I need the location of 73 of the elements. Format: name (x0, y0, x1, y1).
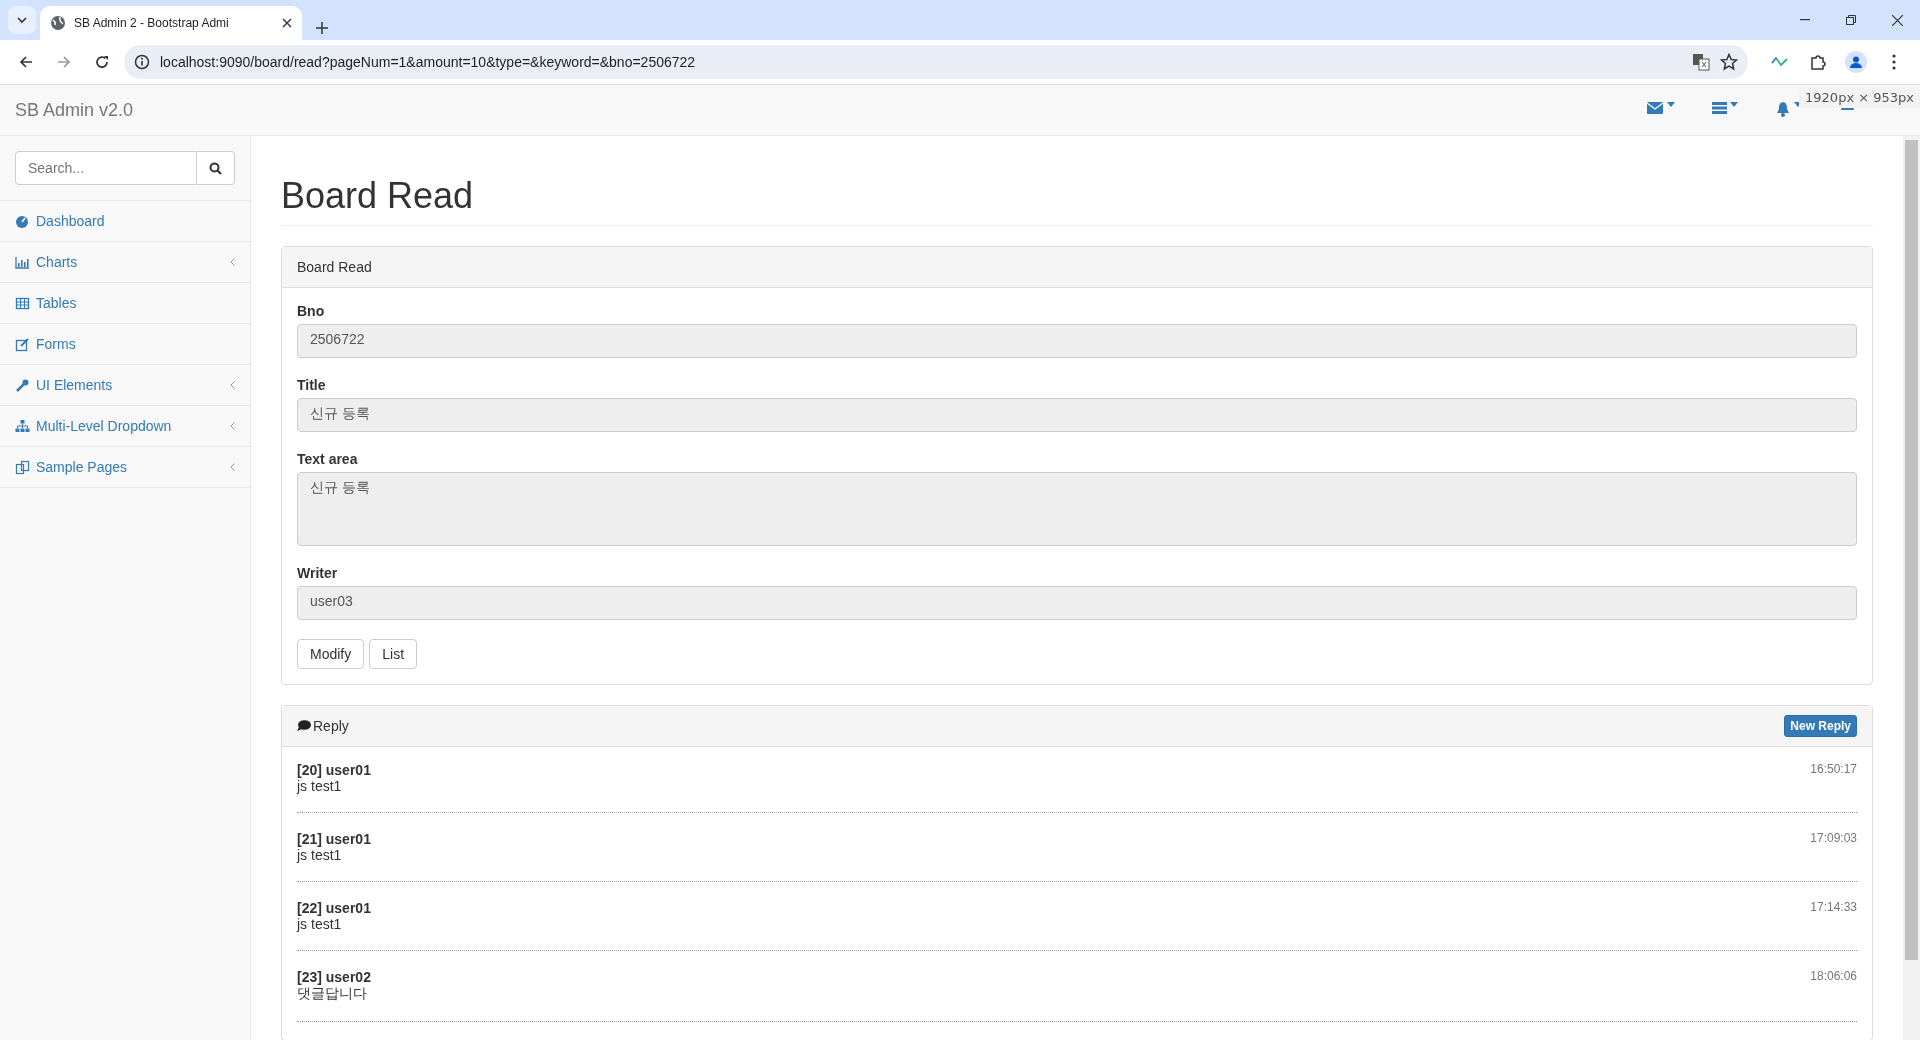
sitemap-icon (15, 418, 30, 434)
translate-icon[interactable] (1692, 53, 1710, 71)
input-field[interactable]: 신규 등록 (297, 397, 1857, 432)
globe-icon (50, 15, 66, 31)
reply-author: [22] user01 (297, 899, 372, 916)
sidebar-item[interactable]: Charts (0, 242, 250, 283)
size-tooltip: 1920px × 953px (1799, 87, 1920, 108)
browser-tab[interactable]: SB Admin 2 - Bootstrap Admi (40, 6, 302, 40)
brand-title[interactable]: SB Admin v2.0 (15, 99, 1629, 121)
reply-author: [23] user02 (297, 968, 372, 985)
tab-title: SB Admin 2 - Bootstrap Admi (74, 16, 230, 30)
sidebar-item[interactable]: Sample Pages (0, 447, 250, 488)
search-icon (209, 161, 222, 175)
input-field[interactable]: user03 (297, 585, 1857, 620)
menu-icon[interactable] (1892, 54, 1896, 70)
restore-icon[interactable] (1846, 15, 1856, 25)
dashboard-icon (15, 213, 30, 229)
reply-time: 18:06:06 (1810, 968, 1857, 985)
text-area[interactable]: 신규 등록 (297, 471, 1857, 546)
edit-icon (15, 336, 30, 352)
wrench-icon (15, 377, 30, 393)
reply-text: 댓글답니다 (297, 984, 367, 1001)
field-label: Text area (297, 450, 359, 467)
profile-icon[interactable] (1845, 51, 1867, 73)
search-button[interactable] (197, 151, 235, 185)
reload-icon[interactable] (95, 55, 109, 69)
new-reply-button[interactable]: New Reply (1784, 714, 1857, 737)
forward-icon[interactable] (57, 55, 71, 69)
scrollbar[interactable] (1903, 136, 1920, 1040)
envelope-icon[interactable] (1647, 102, 1664, 114)
close-icon[interactable] (282, 18, 292, 28)
back-icon[interactable] (19, 55, 33, 69)
sidebar-item[interactable]: Tables (0, 283, 250, 324)
bar-chart-icon (15, 254, 30, 270)
reply-text: js test1 (297, 777, 342, 794)
sidebar-item[interactable]: Dashboard (0, 201, 250, 242)
url-text: localhost:9090/board/read?pageNum=1&amount=10&type=&keyword=&bno=2506722 (160, 54, 697, 70)
bell-icon[interactable] (1776, 102, 1791, 117)
pages-icon (15, 459, 30, 475)
action-button[interactable]: List (369, 638, 418, 669)
sidebar-item[interactable]: Multi-Level Dropdown (0, 406, 250, 447)
close-icon[interactable] (1891, 14, 1903, 26)
speech-bubble-icon (297, 719, 311, 732)
address-bar[interactable]: localhost:9090/board/read?pageNum=1&amount=10&type=&keyword=&bno=2506722 (124, 45, 1748, 79)
panel-title: Board Read (297, 258, 373, 275)
star-icon[interactable] (1720, 53, 1738, 71)
tab-list-button[interactable] (8, 6, 36, 34)
search-field[interactable]: Search... (15, 151, 197, 185)
field-label: Writer (297, 564, 339, 581)
caret-icon (1666, 102, 1675, 107)
sidebar-item[interactable]: Forms (0, 324, 250, 365)
caret-icon (1730, 102, 1739, 107)
action-button[interactable]: Modify (297, 638, 365, 669)
panel-title: Reply (313, 717, 349, 734)
reply-text: js test1 (297, 846, 342, 863)
chevron-down-icon (17, 17, 27, 23)
extension-zigzag-icon[interactable] (1771, 55, 1789, 69)
reply-text: js test1 (297, 915, 342, 932)
input-field[interactable]: 2506722 (297, 323, 1857, 358)
field-label: Title (297, 376, 327, 393)
reply-time: 16:50:17 (1810, 761, 1857, 778)
puzzle-icon[interactable] (1810, 54, 1826, 70)
list-icon[interactable] (1711, 102, 1727, 114)
reply-time: 17:14:33 (1810, 899, 1857, 916)
reply-author: [21] user01 (297, 830, 372, 847)
minimize-icon[interactable] (1800, 19, 1810, 21)
info-icon[interactable] (134, 54, 150, 70)
field-label: Bno (297, 302, 326, 319)
reply-author: [20] user01 (297, 761, 372, 778)
sidebar-item[interactable]: UI Elements (0, 365, 250, 406)
page-heading: Board Read (281, 176, 1873, 226)
table-icon (15, 295, 30, 311)
reply-time: 17:09:03 (1810, 830, 1857, 847)
